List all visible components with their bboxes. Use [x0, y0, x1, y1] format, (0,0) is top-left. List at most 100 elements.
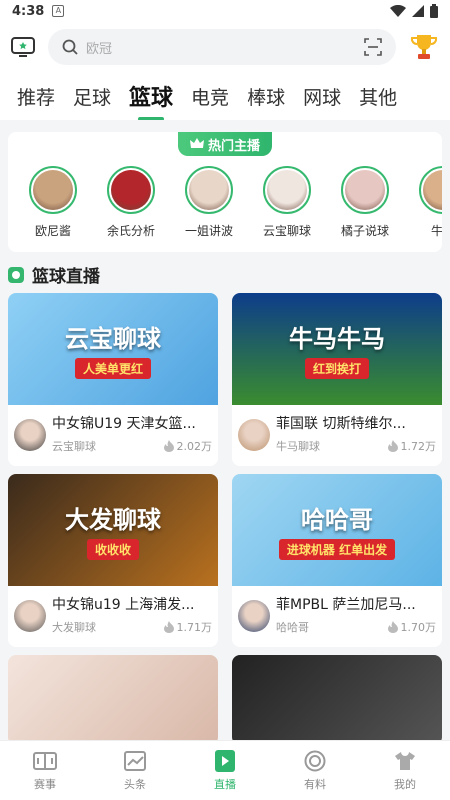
tab-basketball[interactable]: 篮球	[120, 80, 182, 112]
live-thumbnail: 牛马牛马 红到挨打	[232, 293, 442, 405]
live-icon	[213, 749, 237, 772]
anchor-name: 一姐讲波	[184, 224, 233, 238]
anchor-avatar	[423, 170, 442, 210]
anchor-avatar-ring	[107, 166, 155, 214]
live-card[interactable]: 云宝聊球 人美单更红 中女锦U19 天津女篮... 云宝聊球 2.02万	[8, 293, 218, 466]
nav-profile[interactable]: 我的	[360, 741, 450, 800]
coin-icon	[303, 750, 327, 772]
live-card[interactable]: 牛马牛马 红到挨打菲国联 切斯特维尔... 牛马聊球 1.72万	[232, 293, 442, 466]
anchor-name: 牛马聊球	[276, 440, 320, 453]
nav-profile-label: 我的	[394, 777, 416, 791]
live-title: 中女锦u19 上海浦发...	[52, 597, 195, 613]
category-tabs: 推荐 足球 篮球 电竞 棒球 网球 其他	[0, 72, 450, 120]
chart-icon	[123, 750, 147, 772]
nav-events-label: 赛事	[34, 777, 56, 791]
tv-icon[interactable]	[10, 34, 36, 60]
heat-value: 2.02万	[176, 440, 213, 453]
hot-anchor[interactable]: 云宝聊球	[248, 166, 326, 239]
flame-icon	[163, 440, 174, 452]
live-card[interactable]: 大发聊球 收收收 中女锦u19 上海浦发... 大发聊球 1.71万	[8, 474, 218, 647]
nav-insights-label: 有料	[304, 777, 326, 791]
scan-icon[interactable]	[364, 38, 382, 56]
hot-anchor[interactable]: 橘子说球	[326, 166, 404, 239]
nav-live[interactable]: 直播	[180, 741, 270, 800]
tab-tennis[interactable]: 网球	[294, 83, 350, 110]
nav-insights[interactable]: 有料	[270, 741, 360, 800]
hot-anchor-list: 欧尼酱 余氏分析 一姐讲波 云宝聊球 橘子说球 牛马	[14, 166, 442, 239]
tab-baseball[interactable]: 棒球	[238, 83, 294, 110]
anchor-name: 牛马	[430, 224, 442, 238]
anchor-name: 欧尼酱	[34, 224, 71, 238]
tab-other[interactable]: 其他	[350, 83, 406, 110]
scoreboard-icon	[33, 750, 57, 772]
anchor-avatar	[267, 170, 307, 210]
thumbnail-title: 云宝聊球	[65, 325, 161, 353]
thumbnail-subtitle: 进球机器 红单出发	[278, 539, 396, 560]
nav-headlines-label: 头条	[124, 777, 146, 791]
nav-headlines[interactable]: 头条	[90, 741, 180, 800]
tab-esports[interactable]: 电竞	[182, 83, 238, 110]
anchor-avatar-ring	[263, 166, 311, 214]
anchor-name: 余氏分析	[106, 224, 155, 238]
trophy-icon[interactable]	[408, 31, 440, 63]
thumbnail-title: 哈哈哥	[301, 506, 373, 534]
live-title: 中女锦U19 天津女篮...	[52, 416, 196, 432]
live-card-partial[interactable]	[232, 655, 442, 745]
live-card-info: 中女锦u19 上海浦发... 大发聊球 1.71万	[8, 586, 218, 643]
anchor-avatar	[238, 419, 270, 451]
status-bar: 4:38 A	[0, 0, 450, 22]
anchor-avatar	[238, 600, 270, 632]
thumbnail-subtitle: 人美单更红	[74, 358, 151, 379]
search-placeholder: 欧冠	[86, 41, 113, 57]
tab-recommend[interactable]: 推荐	[8, 83, 64, 110]
notification-icon: A	[52, 5, 65, 17]
section-header: 篮球直播	[8, 262, 100, 287]
live-thumbnail: 云宝聊球 人美单更红	[8, 293, 218, 405]
live-card-partial[interactable]	[8, 655, 218, 745]
live-card-grid: 云宝聊球 人美单更红 中女锦U19 天津女篮... 云宝聊球 2.02万 牛马牛马 红到挨打…	[8, 293, 442, 745]
live-card-info: 中女锦U19 天津女篮... 云宝聊球 2.02万	[8, 405, 218, 462]
hot-anchor[interactable]: 牛马	[404, 166, 442, 239]
status-time: 4:38	[12, 3, 45, 19]
search-input[interactable]: 欧冠	[48, 29, 396, 65]
anchor-avatar	[14, 419, 46, 451]
live-title: 菲国联 切斯特维尔...	[276, 416, 406, 432]
wifi-icon	[390, 5, 406, 17]
live-thumbnail: 哈哈哥进球机器 红单出发	[232, 474, 442, 586]
heat-count: 2.02万	[163, 438, 213, 454]
anchor-avatar	[33, 170, 73, 210]
heat-value: 1.72万	[400, 440, 437, 453]
nav-events[interactable]: 赛事	[0, 741, 90, 800]
flame-icon	[163, 621, 174, 633]
anchor-avatar-ring	[185, 166, 233, 214]
anchor-avatar	[345, 170, 385, 210]
live-title: 菲MPBL 萨兰加尼马...	[276, 597, 416, 613]
thumbnail-subtitle: 红到挨打	[304, 358, 369, 379]
heat-value: 1.71万	[176, 621, 213, 634]
anchor-name: 橘子说球	[340, 224, 389, 238]
live-card[interactable]: 哈哈哥进球机器 红单出发菲MPBL 萨兰加尼马... 哈哈哥 1.70万	[232, 474, 442, 647]
anchor-name: 云宝聊球	[262, 224, 311, 238]
nav-live-label: 直播	[214, 777, 236, 791]
top-bar: 欧冠	[0, 22, 450, 72]
hot-anchor[interactable]: 一姐讲波	[170, 166, 248, 239]
bottom-nav: 赛事 头条 直播 有料 我的	[0, 740, 450, 800]
hot-anchor[interactable]: 欧尼酱	[14, 166, 92, 239]
anchor-avatar-ring	[341, 166, 389, 214]
tab-football[interactable]: 足球	[64, 83, 120, 110]
crown-icon	[189, 138, 204, 148]
anchor-name: 大发聊球	[52, 621, 96, 634]
heat-count: 1.71万	[163, 619, 213, 635]
jersey-icon	[393, 750, 417, 772]
thumbnail-title: 大发聊球	[65, 506, 161, 534]
flame-icon	[387, 440, 398, 452]
heat-value: 1.70万	[400, 621, 437, 634]
anchor-avatar-ring	[29, 166, 77, 214]
search-icon	[62, 39, 78, 55]
section-title: 篮球直播	[32, 267, 100, 287]
hot-anchor[interactable]: 余氏分析	[92, 166, 170, 239]
heat-count: 1.72万	[387, 438, 437, 454]
flame-icon	[387, 621, 398, 633]
anchor-avatar-ring	[419, 166, 442, 214]
status-icons	[390, 4, 438, 18]
